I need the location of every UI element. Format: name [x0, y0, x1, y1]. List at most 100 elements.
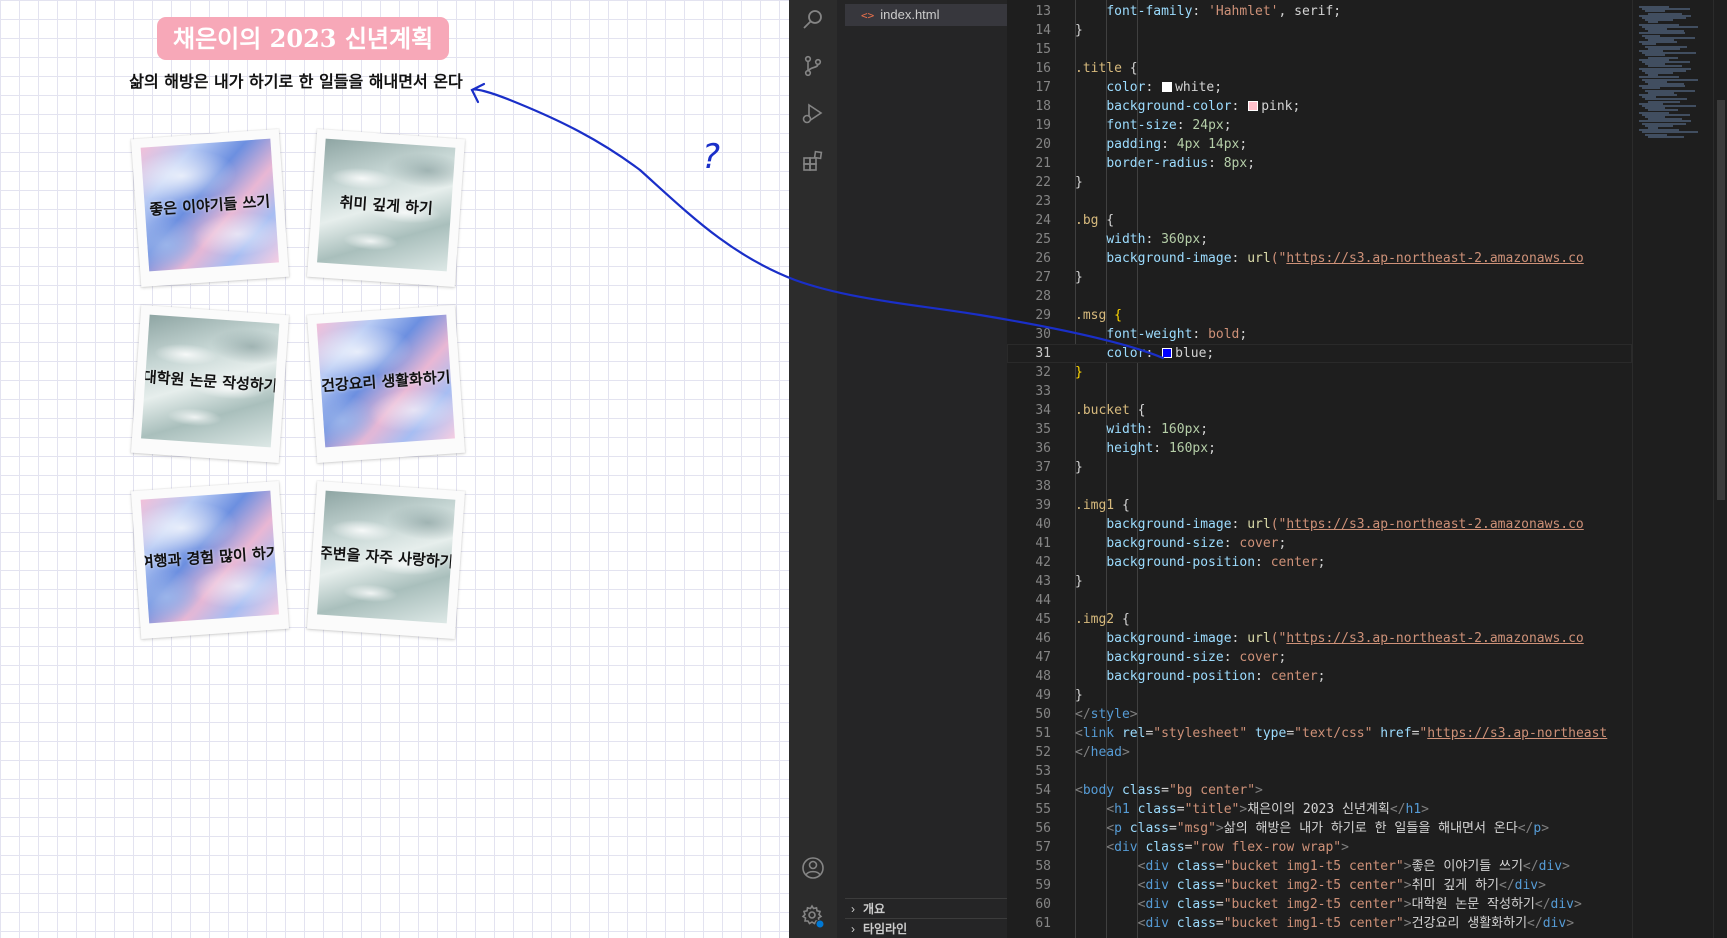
- code-line[interactable]: 18 background-color: pink;: [1007, 97, 1632, 116]
- color-swatch[interactable]: [1162, 348, 1173, 358]
- code-token: class: [1137, 802, 1177, 817]
- code-token: style: [1090, 707, 1130, 722]
- code-editor[interactable]: 13 font-family: 'Hahmlet', serif; 14} 15 16…: [1007, 0, 1632, 938]
- code-token: class: [1176, 916, 1216, 931]
- code-line[interactable]: 33: [1007, 382, 1632, 401]
- code-line[interactable]: 28: [1007, 287, 1632, 306]
- line-number: 56: [1035, 821, 1051, 836]
- code-token: }: [1075, 365, 1083, 380]
- code-line[interactable]: 57 <div class="row flex-row wrap">: [1007, 838, 1632, 857]
- code-token: div: [1542, 916, 1567, 931]
- minimap[interactable]: [1632, 0, 1713, 938]
- code-line[interactable]: 40 background-image: url("https://s3.ap-…: [1007, 515, 1632, 534]
- account-icon[interactable]: [801, 856, 825, 880]
- code-line[interactable]: 19 font-size: 24px;: [1007, 116, 1632, 135]
- code-line[interactable]: 14}: [1007, 21, 1632, 40]
- source-control-icon[interactable]: [801, 54, 825, 78]
- code-line[interactable]: 20 padding: 4px 14px;: [1007, 135, 1632, 154]
- code-line[interactable]: 61 <div class="bucket img1-t5 center">건강…: [1007, 914, 1632, 933]
- code-line[interactable]: 38: [1007, 477, 1632, 496]
- code-token: >: [1403, 878, 1412, 893]
- outline-panel[interactable]: › 개요: [845, 898, 1007, 918]
- bucket-photo: 여행과 경험 많이 하기: [140, 490, 279, 624]
- line-source: }: [1075, 21, 1083, 40]
- code-token: =: [1215, 916, 1224, 931]
- code-token: border-radius: [1106, 156, 1209, 171]
- code-token: background-size: [1106, 536, 1224, 551]
- code-line[interactable]: 26 background-image: url("https://s3.ap-…: [1007, 249, 1632, 268]
- code-token: >: [1538, 878, 1546, 893]
- code-line[interactable]: 50 </style>: [1007, 705, 1632, 724]
- code-line[interactable]: 53: [1007, 762, 1632, 781]
- code-line[interactable]: 23: [1007, 192, 1632, 211]
- color-swatch[interactable]: [1162, 82, 1173, 92]
- run-debug-icon[interactable]: [801, 101, 825, 125]
- code-token: {: [1121, 61, 1138, 76]
- code-line[interactable]: 25 width: 360px;: [1007, 230, 1632, 249]
- code-line[interactable]: 24 .bg {: [1007, 211, 1632, 230]
- code-line[interactable]: 13 font-family: 'Hahmlet', serif;: [1007, 2, 1632, 21]
- code-line[interactable]: 42 background-position: center;: [1007, 553, 1632, 572]
- code-line[interactable]: 31 color: blue;: [1007, 344, 1632, 363]
- web-preview: 채은이의 2023 신년계획 삶의 해방은 내가 하기로 한 일들을 해내면서 …: [0, 0, 789, 938]
- code-line[interactable]: 35 width: 160px;: [1007, 420, 1632, 439]
- timeline-panel[interactable]: › 타임라인: [845, 918, 1007, 938]
- code-line[interactable]: 21 border-radius: 8px;: [1007, 154, 1632, 173]
- code-line[interactable]: 29 .msg {: [1007, 306, 1632, 325]
- code-token: background-position: [1106, 555, 1256, 570]
- code-line[interactable]: 22}: [1007, 173, 1632, 192]
- color-swatch[interactable]: [1248, 101, 1259, 111]
- code-line[interactable]: 49}: [1007, 686, 1632, 705]
- code-line[interactable]: 27}: [1007, 268, 1632, 287]
- code-line[interactable]: 15: [1007, 40, 1632, 59]
- code-token: div: [1145, 916, 1169, 931]
- html-file-icon: <>: [861, 9, 875, 22]
- code-line[interactable]: 46 background-image: url("https://s3.ap-…: [1007, 629, 1632, 648]
- code-line[interactable]: 58 <div class="bucket img1-t5 center">좋은…: [1007, 857, 1632, 876]
- code-token: :: [1145, 422, 1162, 437]
- code-token: 삶의 해방은 내가 하기로 한 일들을 해내면서 온다: [1223, 821, 1518, 836]
- code-line[interactable]: 43}: [1007, 572, 1632, 591]
- code-line[interactable]: 55 <h1 class="title">채은이의 2023 신년계획</h1>: [1007, 800, 1632, 819]
- search-icon[interactable]: [801, 7, 825, 31]
- code-line[interactable]: 59 <div class="bucket img2-t5 center">취미…: [1007, 876, 1632, 895]
- code-line[interactable]: 56 <p class="msg">삶의 해방은 내가 하기로 한 일들을 해내…: [1007, 819, 1632, 838]
- code-token: }: [1075, 175, 1083, 190]
- code-line[interactable]: 30 font-weight: bold;: [1007, 325, 1632, 344]
- code-line[interactable]: 32}: [1007, 363, 1632, 382]
- code-line[interactable]: 41 background-size: cover;: [1007, 534, 1632, 553]
- code-line[interactable]: 45 .img2 {: [1007, 610, 1632, 629]
- scroll-thumb[interactable]: [1717, 100, 1725, 500]
- bucket-card: 좋은 이야기들 쓰기: [131, 129, 289, 287]
- code-line[interactable]: 37}: [1007, 458, 1632, 477]
- file-index-html[interactable]: <> index.html: [845, 4, 1007, 26]
- code-line[interactable]: 47 background-size: cover;: [1007, 648, 1632, 667]
- code-line[interactable]: 54 <body class="bg center">: [1007, 781, 1632, 800]
- code-line[interactable]: 52 </head>: [1007, 743, 1632, 762]
- extensions-icon[interactable]: [801, 149, 825, 173]
- code-token: ;: [1223, 118, 1232, 133]
- settings-gear-icon[interactable]: [801, 904, 825, 928]
- code-line[interactable]: 48 background-position: center;: [1007, 667, 1632, 686]
- code-token: >: [1574, 897, 1582, 912]
- code-line[interactable]: 44: [1007, 591, 1632, 610]
- vertical-scrollbar[interactable]: [1713, 0, 1727, 938]
- code-line[interactable]: 39 .img1 {: [1007, 496, 1632, 515]
- code-line[interactable]: 16 .title {: [1007, 59, 1632, 78]
- code-line[interactable]: 17 color: white;: [1007, 78, 1632, 97]
- code-token: =: [1176, 802, 1185, 817]
- code-token: , serif;: [1278, 4, 1342, 19]
- code-line[interactable]: 36 height: 160px;: [1007, 439, 1632, 458]
- code-token: https://s3.ap-northeast: [1427, 726, 1608, 741]
- code-line[interactable]: 60 <div class="bucket img2-t5 center">대학…: [1007, 895, 1632, 914]
- code-line[interactable]: 34 .bucket {: [1007, 401, 1632, 420]
- code-line[interactable]: 51 <link rel="stylesheet" type="text/css"…: [1007, 724, 1632, 743]
